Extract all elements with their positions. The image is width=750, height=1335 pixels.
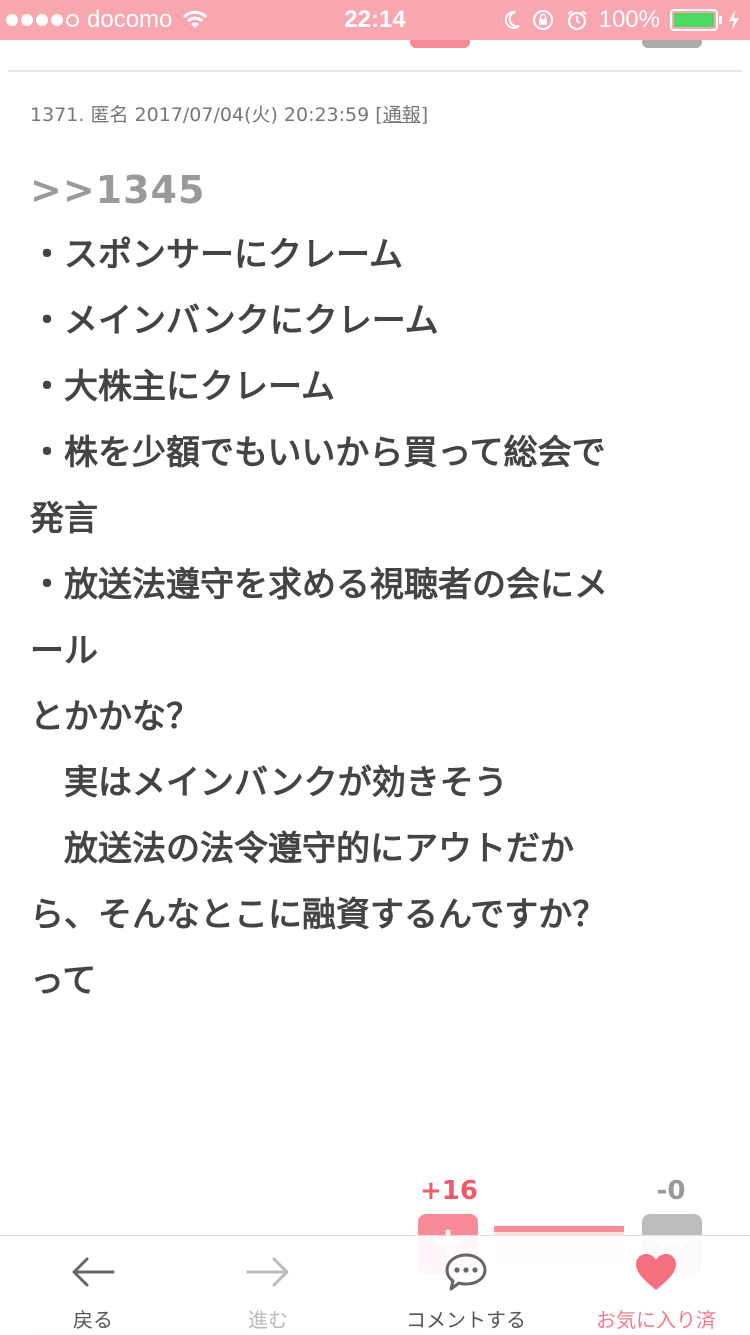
arrow-right-icon (246, 1257, 289, 1287)
post-line: とかかな？ (30, 697, 200, 737)
status-bar: docomo 22:14 100% (0, 0, 750, 40)
back-button[interactable]: 戻る (3, 1236, 183, 1335)
post-author: 匿名 (90, 104, 129, 126)
post-line: 放送法の法令遵守的にアウトだか (30, 829, 574, 869)
battery-percent: 100% (598, 6, 660, 33)
vote-ratio-fill (494, 1226, 624, 1232)
report-link[interactable]: 通報 (383, 104, 421, 126)
post-line: ・メインバンクにクレーム (30, 301, 439, 341)
minus-vote-count: -0 (656, 1176, 686, 1206)
reply-anchor-link[interactable]: >>1345 (30, 158, 730, 222)
bottom-nav-bar: 戻る 進む コメントする お気に入り済 (0, 1235, 750, 1335)
post-line: ・株を少額でもいいから買って総会で (30, 433, 606, 473)
post-number: 1371. (30, 104, 85, 126)
back-label: 戻る (73, 1308, 113, 1332)
post-datetime: 2017/07/04(火) 20:23:59 (134, 104, 370, 126)
plus-vote-count: +16 (420, 1176, 478, 1206)
post-line: ・大株主にクレーム (30, 367, 335, 407)
post-line: ・放送法遵守を求める視聴者の会にメ (30, 565, 608, 605)
post-line: 発言 (30, 499, 98, 539)
post-line: ール (30, 631, 98, 671)
previous-minus-button[interactable] (642, 40, 702, 48)
post-line: ・スポンサーにクレーム (30, 235, 403, 275)
forward-button[interactable]: 進む (178, 1236, 358, 1335)
comment-button[interactable]: コメントする (376, 1236, 556, 1335)
post-line: ら、そんなとこに融資するんですか？ (30, 895, 607, 935)
battery-icon (670, 9, 722, 31)
previous-plus-button[interactable] (410, 40, 470, 48)
alarm-icon (567, 10, 587, 31)
favorite-button[interactable]: お気に入り済 (566, 1236, 746, 1335)
post-divider (8, 70, 742, 72)
post-line: 実はメインバンクが効きそう (30, 763, 508, 803)
post-meta: 1371. 匿名 2017/07/04(火) 20:23:59 [通報] (30, 100, 428, 127)
moon-icon (504, 10, 520, 29)
report-close-bracket: ] (420, 104, 429, 126)
rotation-lock-icon (532, 10, 553, 30)
heart-icon (636, 1254, 676, 1290)
post-line: って (30, 961, 97, 1001)
forward-label: 進む (248, 1308, 288, 1332)
comment-label: コメントする (406, 1308, 526, 1332)
favorite-label: お気に入り済 (596, 1308, 716, 1332)
status-right: 100% (503, 0, 740, 40)
charging-icon (729, 10, 739, 30)
chat-bubble-icon (445, 1253, 487, 1291)
post-body: >>1345 ・スポンサーにクレーム ・メインバンクにクレーム ・大株主にクレー… (30, 158, 730, 1014)
arrow-left-icon (72, 1257, 115, 1287)
report-open-bracket: [ (375, 104, 383, 126)
